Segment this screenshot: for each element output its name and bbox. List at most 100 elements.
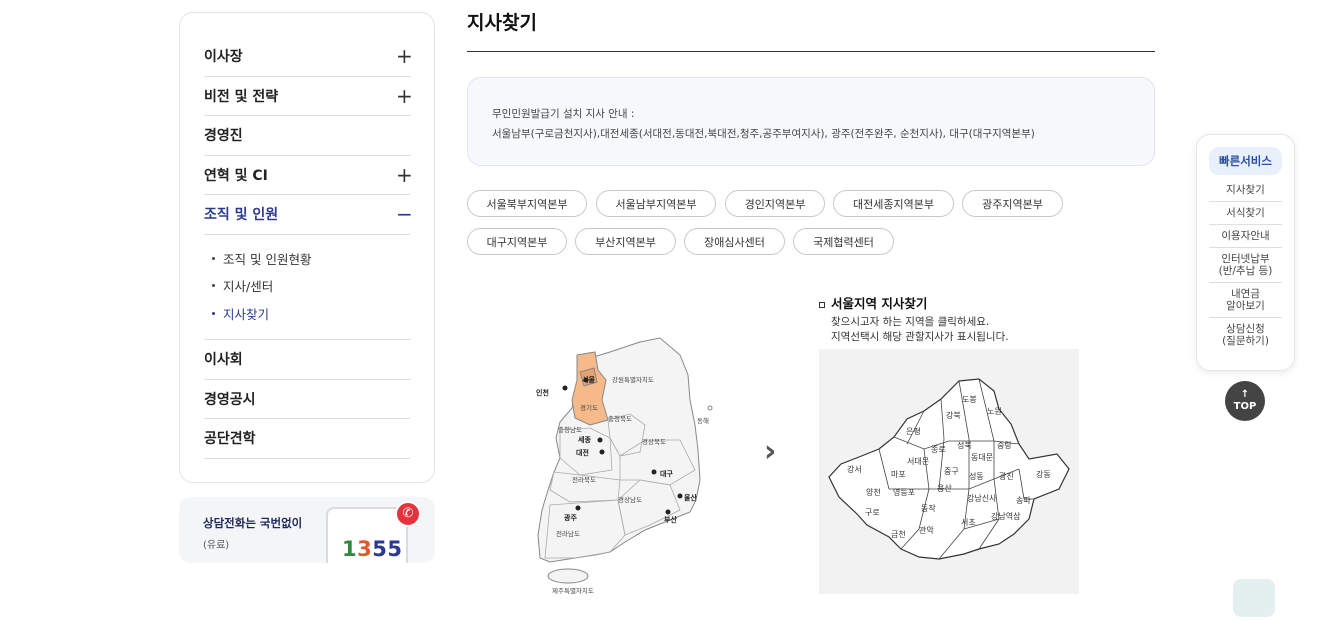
- submenu-item-find-branch[interactable]: 지사찾기: [212, 300, 410, 328]
- korea-map: 서울 강원특별자치도 인천 경기도 충청북도 충청남도 세종 대전 경상북도 전…: [520, 330, 730, 605]
- district-jungnang[interactable]: 중랑: [997, 440, 1012, 451]
- menu-item-label: 경영공시: [204, 391, 256, 408]
- district-gwanak[interactable]: 관악: [919, 525, 934, 536]
- dokdo-marker: [707, 405, 713, 411]
- district-geumcheon[interactable]: 금천: [891, 529, 906, 540]
- phone-digit: 5: [372, 537, 388, 561]
- submenu-item-org-status[interactable]: 조직 및 인원현황: [212, 245, 410, 273]
- quick-item-find-branch[interactable]: 지사찾기: [1209, 179, 1282, 202]
- menu-item-label: 이사장: [204, 49, 243, 66]
- quick-item-sublabel: (질문하기): [1222, 335, 1269, 347]
- district-yongsan[interactable]: 용산: [937, 483, 952, 494]
- submenu-item-label: 조직 및 인원현황: [223, 251, 312, 267]
- mainland-region[interactable]: [537, 337, 701, 563]
- jeju-region[interactable]: [547, 568, 589, 584]
- bullet-icon: [212, 284, 215, 288]
- sidebar-menu: 이사장 + 비전 및 전략 + 경영진 연혁 및 CI + 조직 및 인원 − …: [179, 12, 435, 483]
- district-seongdong[interactable]: 성동: [969, 471, 984, 482]
- quick-item-sublabel: 알아보기: [1226, 300, 1265, 312]
- district-dobong[interactable]: 도봉: [962, 394, 977, 405]
- district-songpa[interactable]: 송파: [1016, 495, 1031, 506]
- tab-gwangju[interactable]: 광주지역본부: [962, 190, 1063, 217]
- title-divider: [467, 51, 1155, 52]
- phone-icon: ✆: [395, 501, 421, 527]
- quick-item-user-guide[interactable]: 이용자안내: [1209, 225, 1282, 248]
- map-label-gyeonggi: 경기도: [580, 403, 598, 412]
- menu-item-label: 공단견학: [204, 431, 256, 448]
- district-eunpyeong[interactable]: 은평: [906, 426, 921, 437]
- district-seodaemun[interactable]: 서대문: [907, 456, 929, 467]
- district-gangnam-yeoksam[interactable]: 강남역삼: [991, 511, 1020, 522]
- info-box: 무인민원발급기 설치 지사 안내 : 서울남부(구로금천지사),대전세종(서대전…: [467, 77, 1155, 166]
- quick-item-label: 인터넷납부: [1221, 253, 1270, 265]
- call-subtitle: (유료): [203, 540, 230, 551]
- menu-item-organization[interactable]: 조직 및 인원 −: [204, 195, 413, 235]
- menu-item-disclosure[interactable]: 경영공시: [204, 380, 410, 419]
- tab-gyeongin[interactable]: 경인지역본부: [725, 190, 825, 217]
- quick-item-my-pension[interactable]: 내연금 알아보기: [1209, 283, 1282, 318]
- tab-intl-center[interactable]: 국제협력센터: [793, 228, 894, 255]
- district-guro[interactable]: 구로: [865, 507, 880, 518]
- tab-label: 대구지역본부: [486, 235, 548, 249]
- district-gangseo[interactable]: 강서: [847, 464, 862, 475]
- menu-item-label: 비전 및 전략: [204, 88, 279, 105]
- sejong-marker: [597, 437, 603, 443]
- phone-digit: 5: [387, 537, 403, 561]
- tab-disability-center[interactable]: 장애심사센터: [684, 228, 785, 255]
- scroll-top-button[interactable]: ↑ TOP: [1225, 381, 1265, 421]
- district-seongbuk[interactable]: 성북: [957, 440, 972, 451]
- quick-item-consult[interactable]: 상담신청 (질문하기): [1209, 318, 1282, 352]
- quick-item-internet-payment[interactable]: 인터넷납부 (반/추납 등): [1209, 248, 1282, 283]
- map-label-gwangju: 광주: [564, 513, 577, 522]
- chatbot-icon[interactable]: [1233, 579, 1275, 617]
- quick-item-label: 지사찾기: [1226, 184, 1265, 196]
- map-label-gangwon: 강원특별자치도: [612, 375, 654, 384]
- map-label-chungnam: 충청남도: [558, 425, 582, 434]
- tab-label: 서울남부지역본부: [615, 197, 697, 211]
- district-gangdong[interactable]: 강동: [1036, 469, 1051, 480]
- menu-item-history-ci[interactable]: 연혁 및 CI +: [204, 156, 413, 195]
- district-gangnam[interactable]: 강남신사: [967, 493, 996, 504]
- quick-item-find-form[interactable]: 서식찾기: [1209, 202, 1282, 225]
- info-line: 서울남부(구로금천지사),대전세종(서대전,동대전,북대전,청주,공주부여지사)…: [492, 128, 1035, 140]
- menu-item-tour[interactable]: 공단견학: [204, 419, 410, 459]
- district-mapo[interactable]: 마포: [891, 469, 906, 480]
- menu-item-executives[interactable]: 경영진: [204, 116, 410, 156]
- quick-service-panel: 빠른서비스 지사찾기 서식찾기 이용자안내 인터넷납부 (반/추납 등) 내연금 알…: [1196, 134, 1295, 371]
- map-label-gyeongbuk: 경상북도: [642, 437, 666, 446]
- call-center-banner[interactable]: 상담전화는 국번없이 (유료) 1355 ✆: [179, 497, 435, 563]
- bullet-icon: [212, 311, 215, 315]
- district-seocho[interactable]: 서초: [961, 517, 976, 528]
- tab-label: 장애심사센터: [704, 235, 765, 249]
- tab-seoul-south[interactable]: 서울남부지역본부: [596, 190, 716, 217]
- district-nowon[interactable]: 노원: [987, 406, 1002, 417]
- phone-number: 1355: [342, 537, 403, 561]
- map-label-busan: 부산: [664, 515, 677, 524]
- quick-item-sublabel: (반/추납 등): [1218, 265, 1273, 277]
- plus-icon: +: [396, 44, 413, 69]
- seoul-description: 찾으시고자 하는 지역을 클릭하세요. 지역선택시 해당 관할지사가 표시됩니다…: [831, 315, 1009, 345]
- tab-busan[interactable]: 부산지역본부: [575, 228, 676, 255]
- tab-daejeon-sejong[interactable]: 대전세종지역본부: [833, 190, 954, 217]
- tab-daegu[interactable]: 대구지역본부: [467, 228, 567, 255]
- menu-item-board[interactable]: 이사회: [204, 340, 410, 380]
- district-gwangjin[interactable]: 광진: [999, 471, 1014, 482]
- district-yangcheon[interactable]: 양천: [866, 487, 881, 498]
- district-jung[interactable]: 중구: [944, 466, 959, 477]
- tab-label: 부산지역본부: [595, 235, 656, 249]
- map-label-donghae: 동해: [697, 416, 709, 425]
- call-title: 상담전화는 국번없이: [203, 516, 303, 530]
- tab-seoul-north[interactable]: 서울북부지역본부: [467, 190, 587, 217]
- bullet-icon: [212, 256, 215, 260]
- district-gangbuk[interactable]: 강북: [946, 410, 961, 421]
- district-dongjak[interactable]: 동작: [921, 503, 936, 514]
- quick-item-label: 서식찾기: [1226, 207, 1265, 219]
- map-label-daegu: 대구: [660, 469, 673, 478]
- quick-service-title: 빠른서비스: [1209, 147, 1282, 175]
- district-yeongdeungpo[interactable]: 영등포: [893, 487, 915, 498]
- district-jongno[interactable]: 종로: [931, 444, 946, 455]
- menu-item-vision[interactable]: 비전 및 전략 +: [204, 77, 413, 116]
- menu-item-chairman[interactable]: 이사장 +: [204, 37, 413, 77]
- district-dongdaemun[interactable]: 동대문: [971, 452, 993, 463]
- submenu-item-branch-center[interactable]: 지사/센터: [212, 272, 410, 300]
